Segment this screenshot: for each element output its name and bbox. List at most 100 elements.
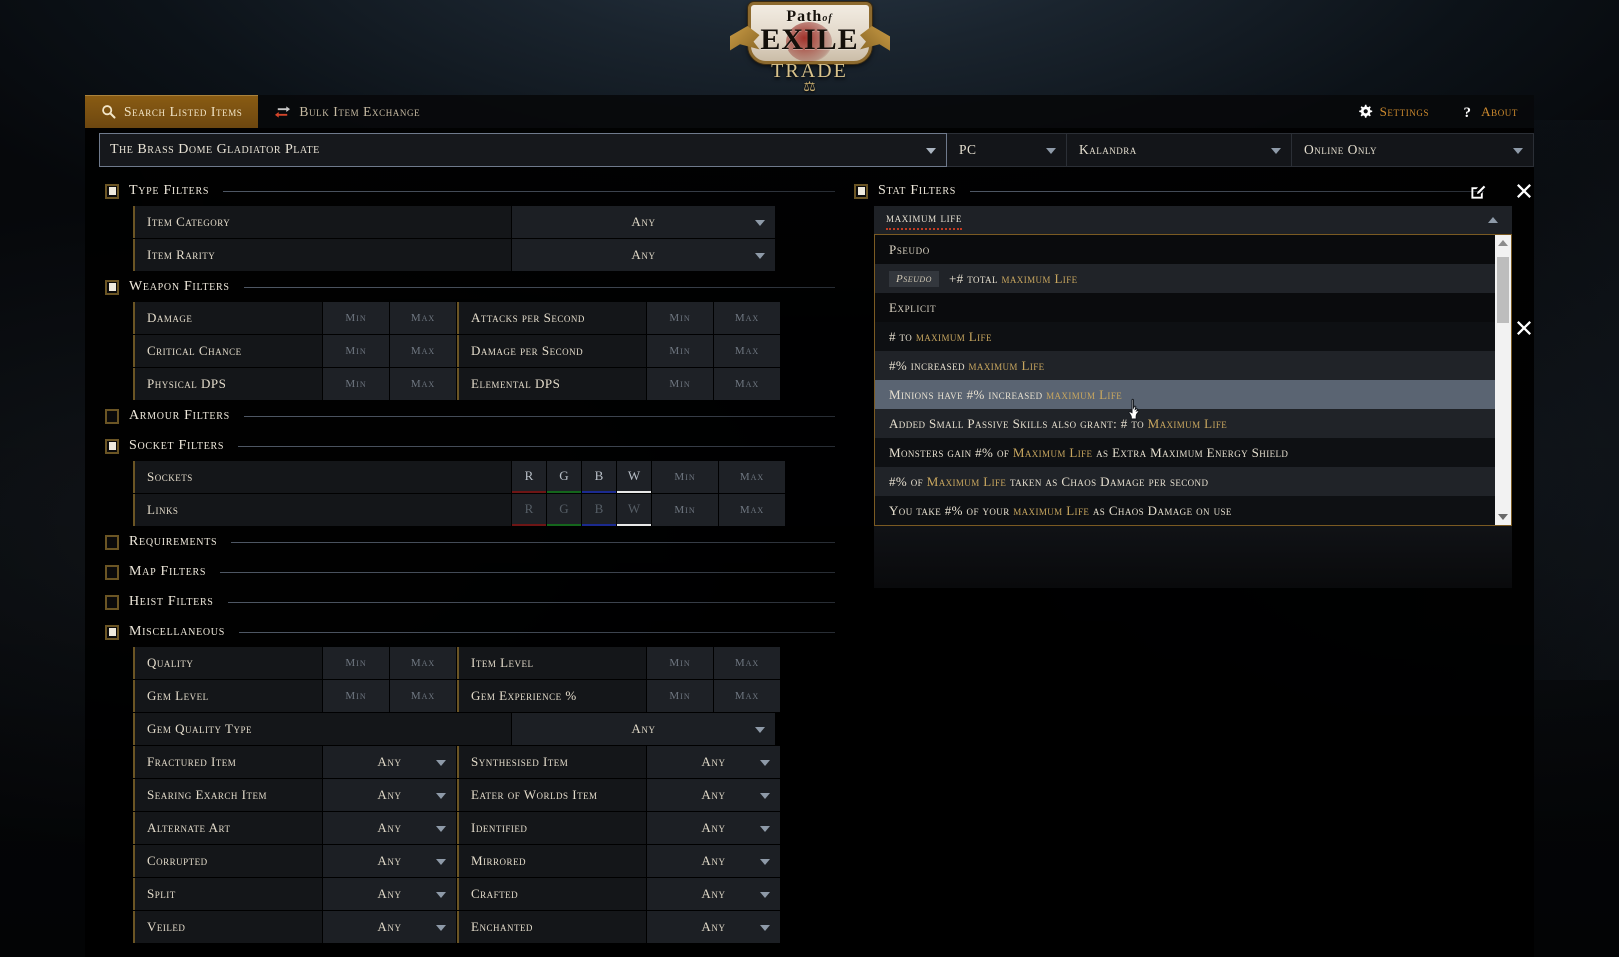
divider	[227, 601, 835, 603]
max-input-links[interactable]: Max	[719, 494, 785, 526]
min-input-attacks-per-second[interactable]: Min	[647, 302, 713, 334]
site-logo[interactable]: Pathof EXILE TRADE ⚖	[0, 0, 1619, 95]
dropdown-option[interactable]: # to maximum Life	[875, 322, 1495, 351]
max-input-critical-chance[interactable]: Max	[390, 335, 456, 367]
socket-button-b[interactable]: B	[582, 494, 616, 526]
close-icon[interactable]	[1512, 179, 1536, 203]
dropdown-option[interactable]: #% of Maximum Life taken as Chaos Damage…	[875, 467, 1495, 496]
min-input-gem-level[interactable]: Min	[323, 680, 389, 712]
dropdown-scrollbar[interactable]	[1495, 235, 1511, 525]
socket-button-g[interactable]: G	[547, 461, 581, 493]
min-input-quality[interactable]: Min	[323, 647, 389, 679]
stat-filters-checkbox[interactable]	[854, 183, 868, 199]
divider	[239, 631, 835, 633]
select-identified[interactable]: Any	[647, 812, 780, 844]
min-input-damage[interactable]: Min	[323, 302, 389, 334]
min-input-elemental-dps[interactable]: Min	[647, 368, 713, 400]
scroll-up-arrow-icon[interactable]	[1498, 240, 1508, 246]
max-input-item-level[interactable]: Max	[714, 647, 780, 679]
chevron-down-icon	[436, 826, 446, 832]
label-gem-level: Gem Level	[133, 680, 322, 712]
select-alternate-art[interactable]: Any	[323, 812, 456, 844]
socket-button-w[interactable]: W	[617, 461, 651, 493]
socket-button-b[interactable]: B	[582, 461, 616, 493]
socket-button-w[interactable]: W	[617, 494, 651, 526]
dropdown-option-badge: Pseudo	[889, 270, 939, 287]
dropdown-option[interactable]: Added Small Passive Skills also grant: #…	[875, 409, 1495, 438]
scroll-down-arrow-icon[interactable]	[1498, 514, 1508, 520]
socket-button-r[interactable]: R	[512, 494, 546, 526]
checkbox-armour-filters[interactable]	[105, 408, 119, 424]
min-input-critical-chance[interactable]: Min	[323, 335, 389, 367]
select-value: Any	[377, 754, 402, 769]
max-input-gem-experience[interactable]: Max	[714, 680, 780, 712]
select-item-rarity[interactable]: Any	[512, 239, 775, 271]
stat-search-input[interactable]: maximum life	[874, 206, 1512, 234]
select-fractured-item[interactable]: Any	[323, 746, 456, 778]
dropdown-option[interactable]: Monsters gain #% of Maximum Life as Extr…	[875, 438, 1495, 467]
min-input-links[interactable]: Min	[652, 494, 718, 526]
dropdown-option[interactable]: Minions have #% increased maximum Life	[875, 380, 1495, 409]
checkbox-socket-filters[interactable]	[105, 438, 119, 454]
select-gem-quality-type[interactable]: Any	[512, 713, 775, 745]
nav-settings-link[interactable]: Settings	[1341, 95, 1446, 128]
scrollbar-thumb[interactable]	[1497, 257, 1509, 323]
max-input-quality[interactable]: Max	[390, 647, 456, 679]
max-input-elemental-dps[interactable]: Max	[714, 368, 780, 400]
min-input-item-level[interactable]: Min	[647, 647, 713, 679]
select-corrupted[interactable]: Any	[323, 845, 456, 877]
socket-button-g[interactable]: G	[547, 494, 581, 526]
select-eater-of-worlds-item[interactable]: Any	[647, 779, 780, 811]
dropdown-option[interactable]: Pseudo +# total maximum Life	[875, 264, 1495, 293]
select-value: Any	[701, 820, 726, 835]
select-enchanted[interactable]: Any	[647, 911, 780, 943]
dropdown-option-text-part: Maximum Life	[1147, 415, 1228, 431]
edit-icon[interactable]	[1466, 179, 1490, 203]
max-input-attacks-per-second[interactable]: Max	[714, 302, 780, 334]
socket-button-r[interactable]: R	[512, 461, 546, 493]
search-input[interactable]: The Brass Dome Gladiator Plate	[99, 133, 947, 167]
max-input-sockets[interactable]: Max	[719, 461, 785, 493]
select-synthesised-item[interactable]: Any	[647, 746, 780, 778]
min-input-gem-experience[interactable]: Min	[647, 680, 713, 712]
select-value: Any	[377, 820, 402, 835]
tab-bulk-item-exchange-label: Bulk Item Exchange	[299, 103, 421, 119]
checkbox-requirements[interactable]	[105, 534, 119, 550]
select-veiled[interactable]: Any	[323, 911, 456, 943]
svg-text:?: ?	[1464, 105, 1472, 120]
checkbox-map-filters[interactable]	[105, 564, 119, 580]
tab-search-listed-items[interactable]: Search Listed Items	[85, 95, 259, 128]
select-split[interactable]: Any	[323, 878, 456, 910]
gear-icon	[1357, 104, 1373, 120]
dropdown-option[interactable]: #% increased maximum Life	[875, 351, 1495, 380]
status-select[interactable]: Online Only	[1292, 133, 1534, 167]
checkbox-weapon-filters[interactable]	[105, 279, 119, 295]
max-input-gem-level[interactable]: Max	[390, 680, 456, 712]
checkbox-miscellaneous[interactable]	[105, 624, 119, 640]
max-input-damage-per-second[interactable]: Max	[714, 335, 780, 367]
dropdown-option-text-part: You take #% of your	[889, 502, 1014, 518]
select-mirrored[interactable]: Any	[647, 845, 780, 877]
select-crafted[interactable]: Any	[647, 878, 780, 910]
filter-rows-miscellaneous: Quality Min Max Item Level Min Max Gem Level Mi…	[133, 647, 839, 943]
min-input-damage-per-second[interactable]: Min	[647, 335, 713, 367]
max-input-physical-dps[interactable]: Max	[390, 368, 456, 400]
nav-about-link[interactable]: ? About	[1445, 95, 1534, 128]
label-quality: Quality	[133, 647, 322, 679]
checkbox-type-filters[interactable]	[105, 183, 119, 199]
min-input-physical-dps[interactable]: Min	[323, 368, 389, 400]
stat-filter-option-list: Pseudo Pseudo +# total maximum Life Explici…	[875, 235, 1495, 525]
close-icon[interactable]	[1512, 316, 1536, 340]
dropdown-option[interactable]: You take #% of your maximum Life as Chao…	[875, 496, 1495, 525]
chevron-up-icon	[1488, 217, 1498, 223]
checkbox-heist-filters[interactable]	[105, 594, 119, 610]
select-item-category[interactable]: Any	[512, 206, 775, 238]
select-searing-exarch-item[interactable]: Any	[323, 779, 456, 811]
min-input-sockets[interactable]: Min	[652, 461, 718, 493]
league-select[interactable]: Kalandra	[1067, 133, 1292, 167]
platform-select[interactable]: PC	[947, 133, 1067, 167]
tab-bulk-item-exchange[interactable]: Bulk Item Exchange	[258, 95, 436, 128]
max-input-damage[interactable]: Max	[390, 302, 456, 334]
nav-settings-label: Settings	[1379, 103, 1430, 119]
divider	[223, 190, 835, 192]
